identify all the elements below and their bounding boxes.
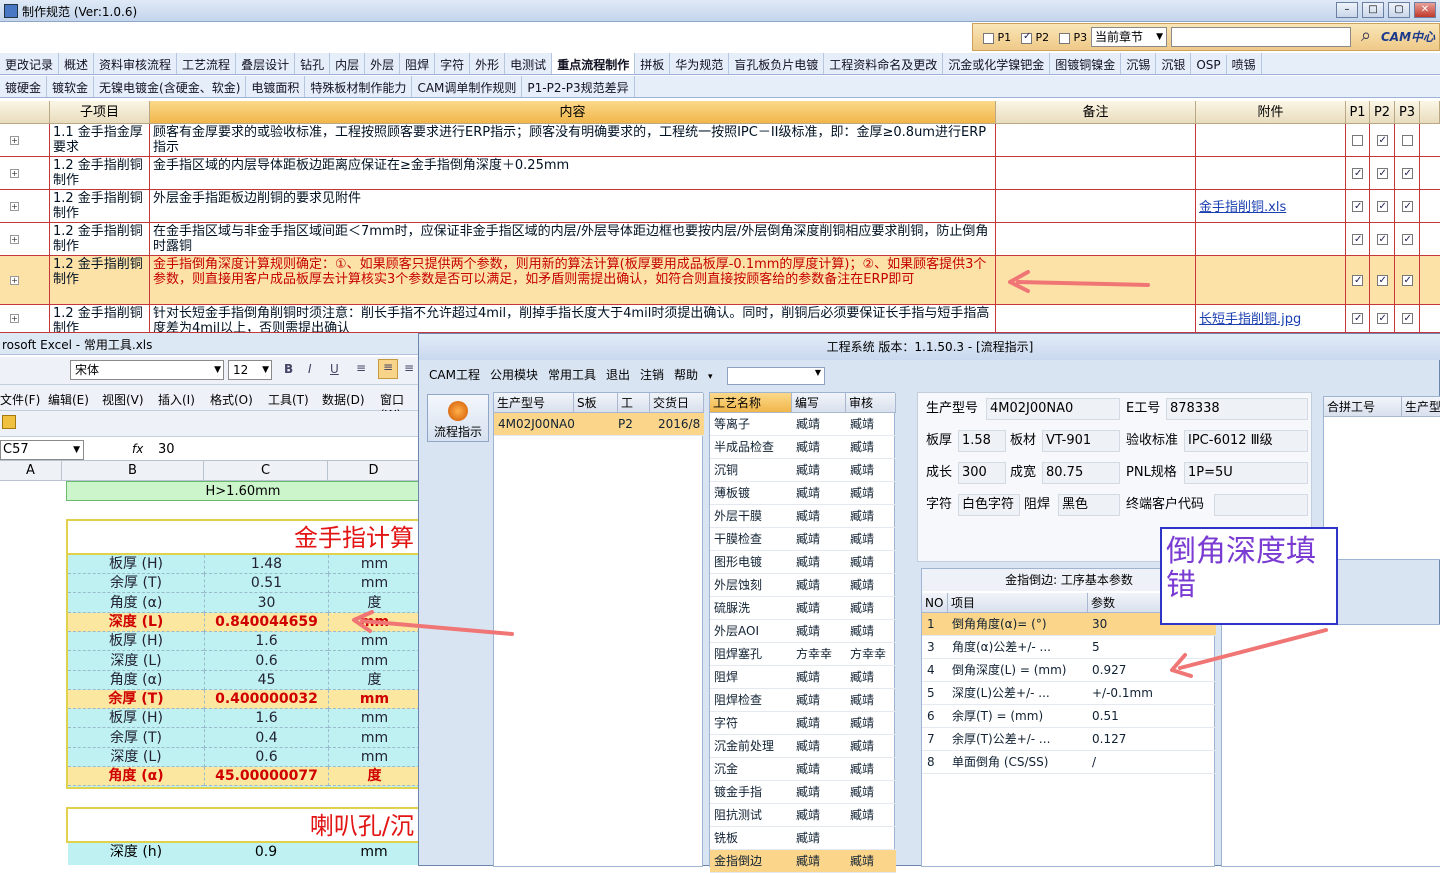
annotation-arrows <box>352 270 1328 678</box>
arrow-grid <box>1016 280 1150 287</box>
arrow-excel <box>360 619 514 636</box>
arrow-params <box>1178 628 1328 670</box>
